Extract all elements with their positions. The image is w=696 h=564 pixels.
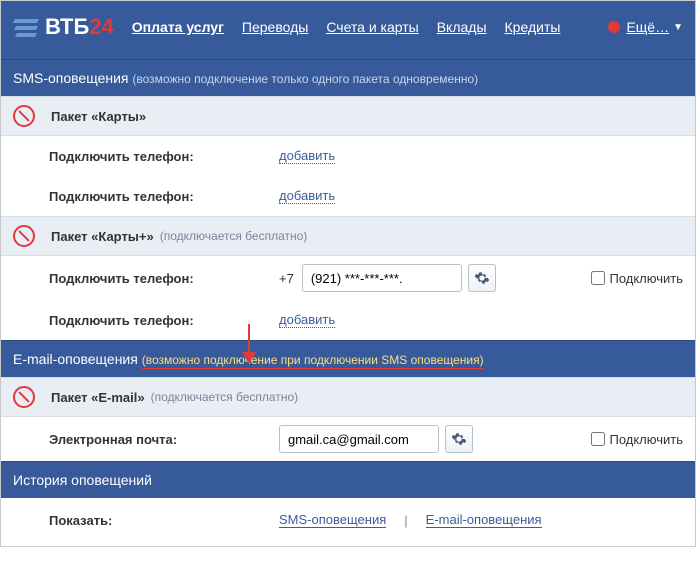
pkg-cards-row: Пакет «Карты» [1, 96, 695, 136]
forbidden-icon [13, 386, 35, 408]
email-input[interactable] [279, 425, 439, 453]
pkg-cards-plus-phone2-row: Подключить телефон: добавить [1, 300, 695, 340]
phone-label: Подключить телефон: [49, 271, 279, 286]
connect-email-control[interactable]: Подключить [591, 432, 683, 447]
forbidden-icon [13, 105, 35, 127]
history-section-header: История оповещений [1, 461, 695, 498]
email-section-header: E-mail-оповещения (возможно подключение … [1, 340, 695, 377]
add-phone-link[interactable]: добавить [279, 312, 335, 328]
email-title: E-mail-оповещения [13, 351, 138, 367]
phone-prefix: +7 [279, 271, 294, 286]
connect-email-checkbox[interactable] [591, 432, 605, 446]
logo-suffix: 24 [89, 14, 113, 40]
email-input-row: Электронная почта: Подключить [1, 417, 695, 461]
gear-icon [474, 270, 490, 286]
connect-phone-control[interactable]: Подключить [591, 271, 683, 286]
email-label: Электронная почта: [49, 432, 279, 447]
connect-label: Подключить [609, 432, 683, 447]
history-sms-link[interactable]: SMS-оповещения [279, 512, 386, 528]
nav-more[interactable]: Ещё… [626, 19, 669, 35]
history-email-link[interactable]: E-mail-оповещения [426, 512, 542, 528]
pkg-cards-plus-name: Пакет «Карты+» [51, 229, 154, 244]
top-nav: ВТБ24 Оплата услуг Переводы Счета и карт… [1, 1, 695, 59]
nav-transfers[interactable]: Переводы [242, 19, 308, 35]
pkg-cards-plus-note: (подключается бесплатно) [160, 229, 308, 243]
pkg-cards-phone1-row: Подключить телефон: добавить [1, 136, 695, 176]
nav-credits[interactable]: Кредиты [505, 19, 561, 35]
sms-note: (возможно подключение только одного паке… [132, 72, 478, 86]
phone-label: Подключить телефон: [49, 149, 279, 164]
email-note: (возможно подключение при подключении SM… [142, 353, 484, 369]
pkg-email-name: Пакет «E-mail» [51, 390, 145, 405]
forbidden-icon [13, 225, 35, 247]
gear-icon [451, 431, 467, 447]
logo-text: ВТБ [45, 14, 89, 40]
nav-deposits[interactable]: Вклады [437, 19, 487, 35]
phone-input[interactable] [302, 264, 462, 292]
sms-section-header: SMS-оповещения (возможно подключение тол… [1, 59, 695, 96]
logo: ВТБ24 [13, 14, 114, 40]
phone-label: Подключить телефон: [49, 189, 279, 204]
nav-payments[interactable]: Оплата услуг [132, 19, 224, 35]
sms-title: SMS-оповещения [13, 70, 129, 86]
add-phone-link[interactable]: добавить [279, 148, 335, 164]
nav-accounts[interactable]: Счета и карты [326, 19, 418, 35]
history-title: История оповещений [13, 472, 152, 488]
phone-label: Подключить телефон: [49, 313, 279, 328]
chevron-down-icon: ▼ [673, 22, 683, 33]
history-show-label: Показать: [49, 513, 279, 528]
notification-badge-icon[interactable] [608, 21, 620, 33]
connect-phone-checkbox[interactable] [591, 271, 605, 285]
separator: | [404, 513, 407, 528]
logo-icon [13, 16, 41, 38]
pkg-cards-plus-row: Пакет «Карты+» (подключается бесплатно) [1, 216, 695, 256]
connect-label: Подключить [609, 271, 683, 286]
history-body: Показать: SMS-оповещения | E-mail-оповещ… [1, 498, 695, 546]
email-settings-button[interactable] [445, 425, 473, 453]
add-phone-link[interactable]: добавить [279, 188, 335, 204]
phone-settings-button[interactable] [468, 264, 496, 292]
pkg-email-note: (подключается бесплатно) [151, 390, 299, 404]
pkg-cards-phone2-row: Подключить телефон: добавить [1, 176, 695, 216]
pkg-email-row: Пакет «E-mail» (подключается бесплатно) [1, 377, 695, 417]
pkg-cards-plus-phone-row: Подключить телефон: +7 Подключить [1, 256, 695, 300]
pkg-cards-name: Пакет «Карты» [51, 109, 146, 124]
